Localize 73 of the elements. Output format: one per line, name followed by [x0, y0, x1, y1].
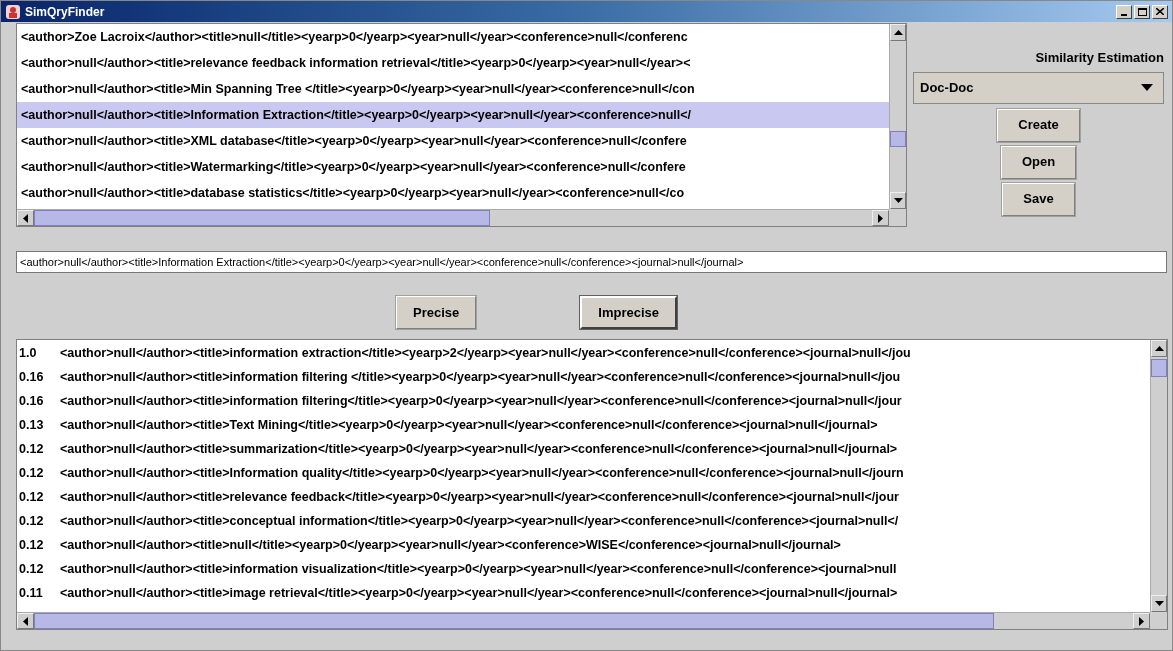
scroll-thumb[interactable] — [890, 131, 906, 147]
similarity-score: 0.12 — [19, 536, 45, 554]
result-text: <author>null</author><title>image retrieval</title><yearp>0</yearp><year>null</year><conference>null</conference><journal>null</journal> — [60, 584, 898, 602]
caret-icon — [1141, 84, 1153, 91]
down-arrow-icon — [1154, 601, 1164, 606]
scroll-thumb[interactable] — [34, 210, 490, 226]
window-title: SimQryFinder — [25, 3, 105, 21]
similarity-score: 0.12 — [19, 560, 45, 578]
document-item[interactable]: <author>null</author><title>relevance feedback information retrieval</title><yearp>0</yearp><year>null</year>< — [17, 50, 889, 76]
similarity-score: 0.16 — [19, 392, 45, 410]
similarity-score: 0.12 — [19, 512, 45, 530]
left-arrow-icon — [23, 213, 28, 223]
file-button[interactable]: Save — [1002, 182, 1075, 216]
similarity-label: Similarity Estimation — [1035, 49, 1164, 67]
scroll-right-button[interactable] — [872, 210, 889, 226]
document-item[interactable]: <author>null</author><title>XML database</title><yearp>0</yearp><year>null</year><conference>null</confere — [17, 128, 889, 154]
result-text: <author>null</author><title>Text Mining</title><yearp>0</yearp><year>null</year><conference>null</conference><journal>null</journal> — [60, 416, 878, 434]
document-item[interactable]: <author>null</author><title>Information Extraction</title><yearp>0</yearp><year>null</year><conference>null</ — [17, 102, 889, 128]
result-text: <author>null</author><title>information filtering </title><yearp>0</yearp><year>null</year><conference>null</conference><journal>null</jou — [60, 368, 901, 386]
document-item[interactable]: <author>Zoe Lacroix</author><title>null</title><yearp>0</yearp><year>null</year><conference>null</conferenc — [17, 24, 889, 50]
similarity-score: 0.11 — [19, 584, 44, 602]
left-arrow-icon — [23, 616, 28, 626]
minimize-icon — [1121, 13, 1127, 16]
scroll-corner — [889, 209, 906, 226]
result-text: <author>null</author><title>null</title><yearp>0</yearp><year>null</year><conference>WISE</conference><journal>null</journal> — [60, 536, 841, 554]
scroll-corner — [1150, 612, 1167, 629]
document-item[interactable]: <author>null</author><title>Min Spanning Tree </title><yearp>0</yearp><year>null</year><conference>null</con — [17, 76, 889, 102]
similarity-score: 1.0 — [19, 344, 38, 362]
down-arrow-icon — [893, 198, 903, 203]
result-text: <author>null</author><title>summarization</title><yearp>0</yearp><year>null</year><conference>null</conference><journal>null</journal> — [60, 440, 898, 458]
file-button[interactable]: Open — [1000, 145, 1077, 179]
similarity-score: 0.12 — [19, 464, 45, 482]
maximize-icon — [1137, 7, 1147, 16]
scroll-thumb[interactable] — [34, 613, 994, 629]
vertical-scrollbar[interactable] — [889, 24, 906, 209]
scroll-left-button[interactable] — [17, 613, 34, 629]
scroll-right-button[interactable] — [1133, 613, 1150, 629]
up-arrow-icon — [893, 30, 903, 35]
result-text: <author>null</author><title>information extraction</title><yearp>2</yearp><year>null</year><conference>null</conference><journal>null</jou — [60, 344, 911, 362]
horizontal-scrollbar[interactable] — [17, 209, 889, 226]
scroll-up-button[interactable] — [890, 24, 906, 41]
result-text: <author>null</author><title>information visualization</title><yearp>0</yearp><year>null</year><conference>null</conference><journal>null — [60, 560, 897, 578]
result-text: <author>null</author><title>relevance feedback</title><yearp>0</yearp><year>null</year><conference>null</conference><journal>null</jour — [60, 488, 899, 506]
close-icon — [1156, 8, 1164, 15]
document-item[interactable]: <author>null</author><title>Watermarking</title><yearp>0</yearp><year>null</year><conference>null</confere — [17, 154, 889, 180]
scroll-down-button[interactable] — [1151, 595, 1167, 612]
right-arrow-icon — [1139, 616, 1144, 626]
dropdown-value: Doc-Doc — [920, 78, 974, 97]
match-button[interactable]: Imprecise — [580, 296, 677, 329]
similarity-score: 0.16 — [19, 368, 45, 386]
scroll-up-button[interactable] — [1151, 340, 1167, 357]
similarity-score: 0.13 — [19, 416, 45, 434]
up-arrow-icon — [1154, 346, 1164, 351]
similarity-score: 0.12 — [19, 440, 45, 458]
close-button[interactable] — [1152, 4, 1168, 19]
result-text: <author>null</author><title>conceptual information</title><yearp>0</yearp><year>null</year><conference>null</conference><journal>null</ — [60, 512, 899, 530]
file-button[interactable]: Create — [997, 108, 1080, 142]
scroll-thumb[interactable] — [1151, 359, 1167, 377]
result-text: <author>null</author><title>information filtering</title><yearp>0</yearp><year>null</year><conference>null</conference><journal>null</jour — [60, 392, 902, 410]
scroll-down-button[interactable] — [890, 192, 906, 209]
minimize-button[interactable] — [1116, 4, 1132, 19]
document-item[interactable]: <author>null</author><title>database statistics</title><yearp>0</yearp><year>null</year><conference>null</co — [17, 180, 889, 206]
similarity-dropdown[interactable]: Doc-Doc — [913, 71, 1164, 104]
vertical-scrollbar[interactable] — [1150, 340, 1167, 612]
scroll-left-button[interactable] — [17, 210, 34, 226]
maximize-button[interactable] — [1134, 4, 1150, 19]
similarity-score: 0.12 — [19, 488, 45, 506]
match-button[interactable]: Precise — [396, 296, 477, 329]
result-text: <author>null</author><title>Information quality</title><yearp>0</yearp><year>null</year><conference>null</conference><journal>null</journ — [60, 464, 904, 482]
query-field[interactable]: <author>null</author><title>Information Extraction</title><yearp>0</yearp><year>null</year><conference>null</conference><journal>null</journal> — [16, 251, 1167, 273]
right-arrow-icon — [878, 213, 883, 223]
horizontal-scrollbar[interactable] — [17, 612, 1150, 629]
app-icon — [5, 3, 21, 20]
